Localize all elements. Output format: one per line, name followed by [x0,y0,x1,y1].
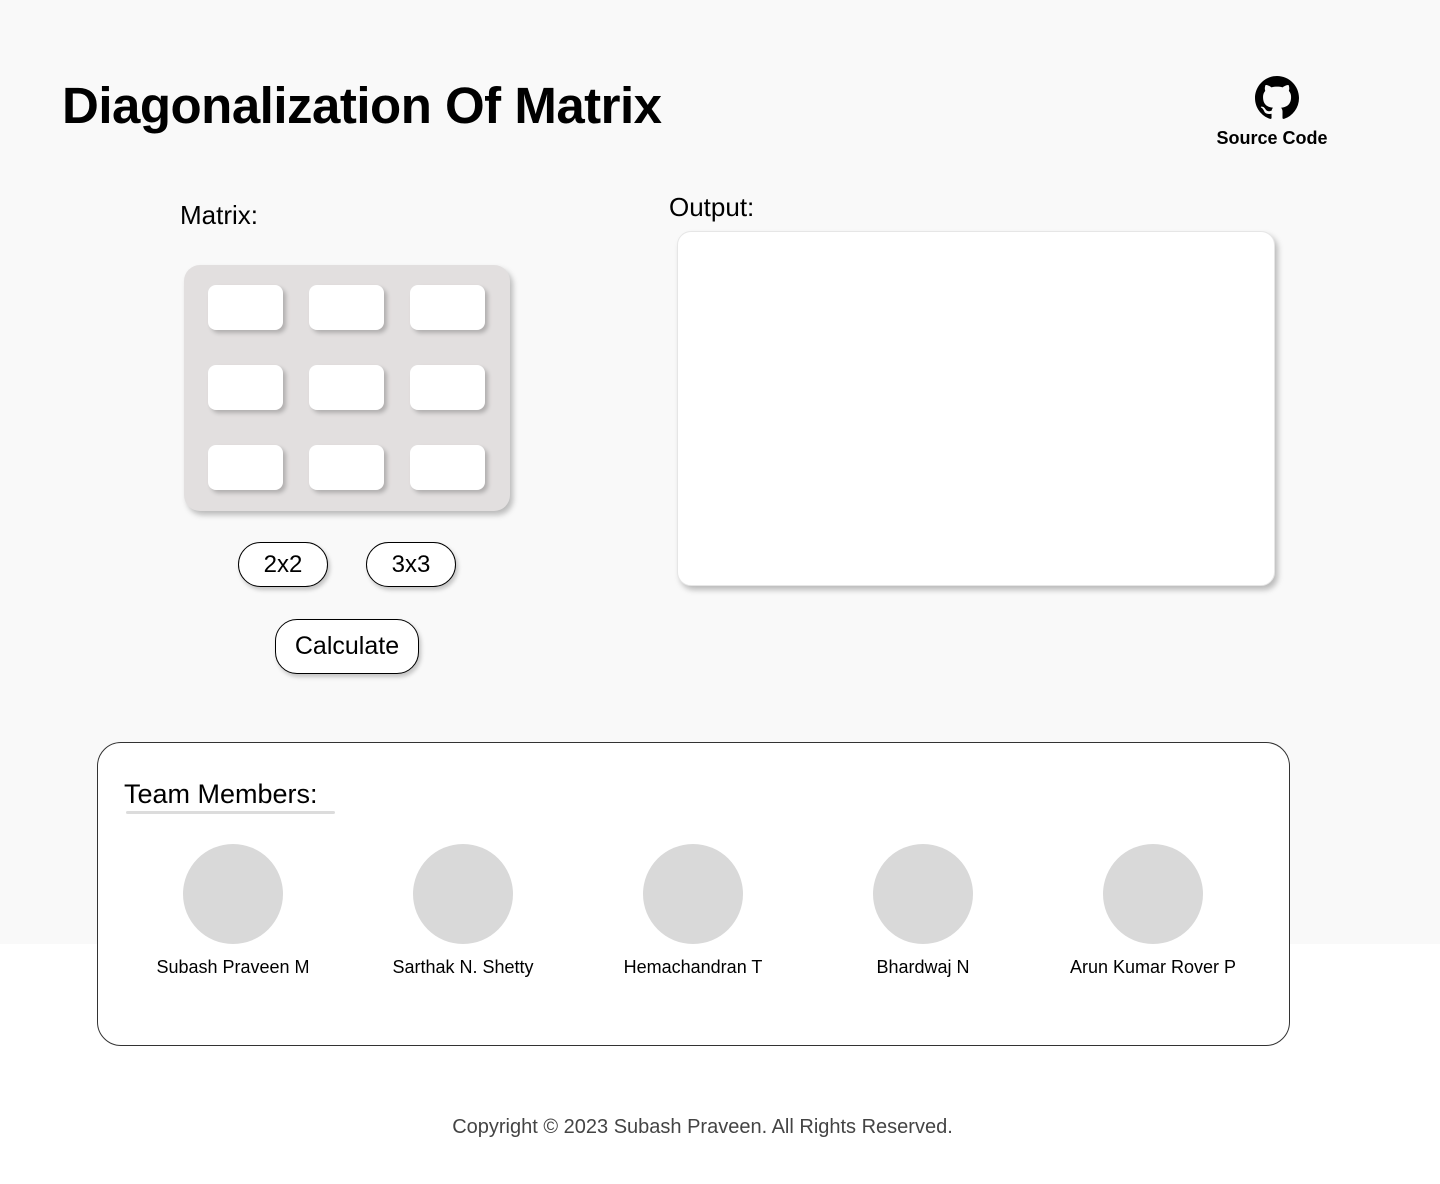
size-2x2-button[interactable]: 2x2 [238,542,328,587]
matrix-cell-3-3[interactable] [410,445,485,490]
avatar [413,844,513,944]
source-code-link[interactable]: Source Code [1206,74,1338,154]
matrix-cell-2-3[interactable] [410,365,485,410]
copyright-footer: Copyright © 2023 Subash Praveen. All Rig… [452,1116,953,1138]
matrix-label: Matrix: [180,200,258,230]
avatar [643,844,743,944]
github-icon [1255,76,1299,119]
team-member: Arun Kumar Rover P [1053,844,1253,984]
member-name: Bhardwaj N [876,957,970,977]
member-name: Arun Kumar Rover P [1069,957,1237,977]
avatar [183,844,283,944]
member-name: Subash Praveen M [156,957,310,977]
team-member: Subash Praveen M [133,844,333,984]
page: Diagonalization Of Matrix Source Code Ma… [0,0,1440,1184]
team-member: Bhardwaj N [823,844,1023,984]
matrix-cell-2-2[interactable] [309,365,384,410]
calculate-button[interactable]: Calculate [275,619,419,674]
output-panel [677,231,1275,586]
matrix-cell-3-2[interactable] [309,445,384,490]
member-name: Hemachandran T [623,957,763,977]
matrix-cell-1-2[interactable] [309,285,384,330]
team-member: Sarthak N. Shetty [363,844,563,984]
avatar [1103,844,1203,944]
member-name: Sarthak N. Shetty [392,957,534,977]
team-members-card: Team Members: Subash Praveen M Sarthak N… [97,742,1290,1046]
matrix-cell-1-1[interactable] [208,285,283,330]
source-code-label: Source Code [1216,128,1328,148]
avatar [873,844,973,944]
page-title: Diagonalization Of Matrix [62,77,662,134]
matrix-input-grid [184,265,510,511]
matrix-cell-3-1[interactable] [208,445,283,490]
output-label: Output: [669,192,755,222]
team-member: Hemachandran T [593,844,793,984]
matrix-cell-2-1[interactable] [208,365,283,410]
size-3x3-button[interactable]: 3x3 [366,542,456,587]
matrix-cell-1-3[interactable] [410,285,485,330]
team-heading-underline [126,811,335,814]
team-heading: Team Members: [124,779,318,809]
